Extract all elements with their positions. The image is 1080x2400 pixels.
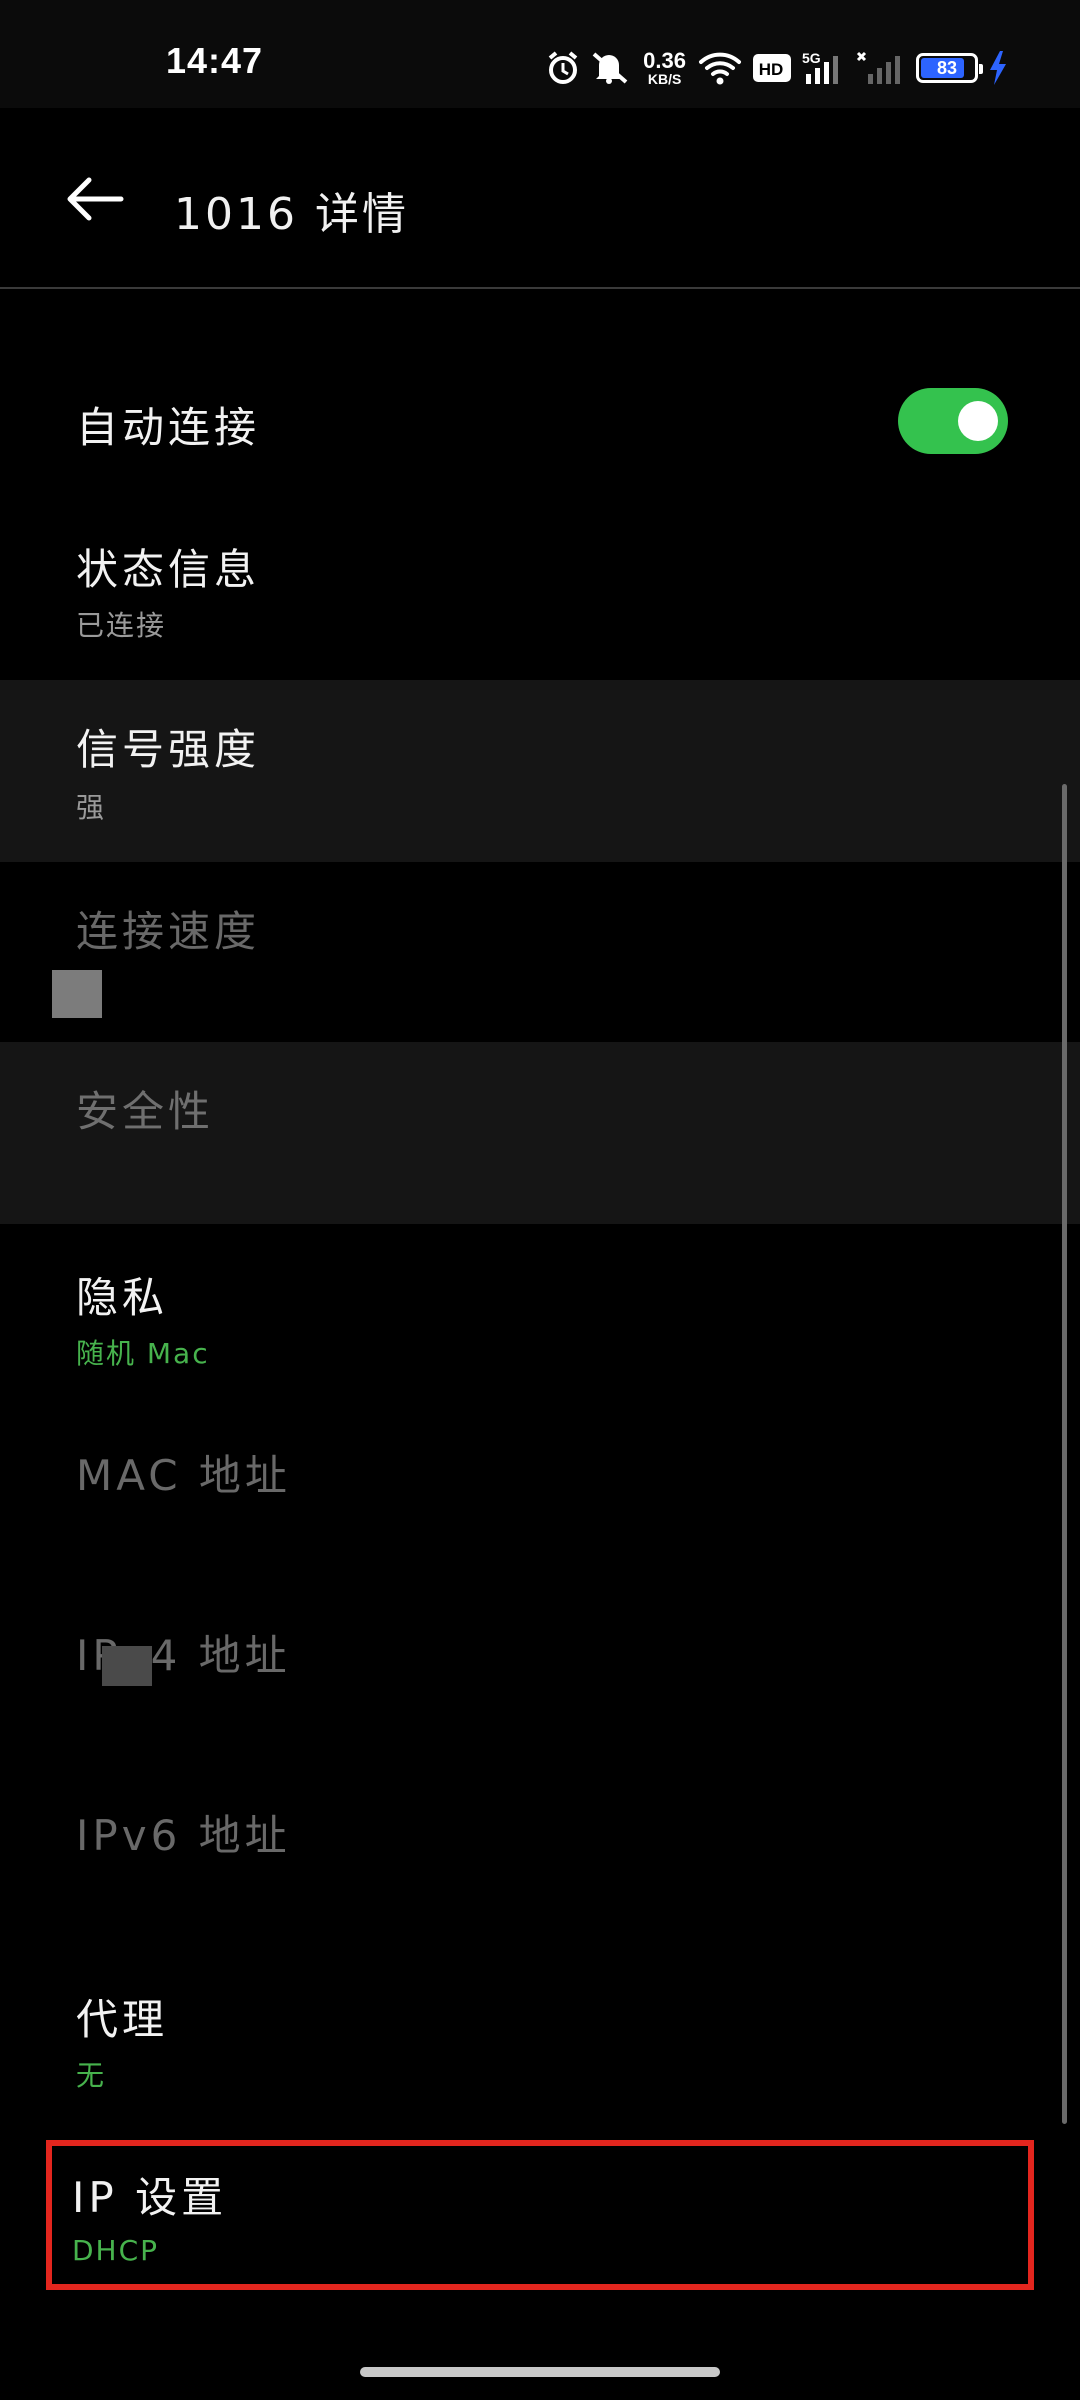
redacted-value	[102, 1646, 152, 1686]
auto-connect-toggle[interactable]	[898, 388, 1008, 454]
status-info-label: 状态信息	[76, 545, 261, 594]
arrow-left-icon	[67, 177, 124, 221]
hd-label: HD	[759, 60, 784, 79]
row-privacy[interactable]: 隐私 随机 Mac	[0, 1224, 1080, 1404]
page-title: 1016 详情	[174, 189, 409, 240]
mac-address-label: MAC 地址	[76, 1451, 291, 1500]
auto-connect-label: 自动连接	[76, 403, 261, 452]
ipv6-address-label: IPv6 地址	[76, 1811, 291, 1860]
alarm-icon	[545, 50, 581, 86]
highlight-box	[46, 2140, 1034, 2290]
link-speed-label: 连接速度	[76, 907, 261, 956]
privacy-value: 随机 Mac	[76, 1337, 210, 1370]
row-security[interactable]: 安全性	[0, 1042, 1080, 1224]
signal-strength-label: 信号强度	[76, 725, 261, 774]
network-type-label: 5G	[802, 50, 821, 66]
mute-icon	[591, 50, 631, 86]
status-icons: 0.36 KB/S HD 5G 83	[545, 44, 1008, 92]
top-bar: 1016 详情	[0, 108, 1080, 288]
wifi-icon	[698, 50, 742, 86]
row-signal-strength[interactable]: 信号强度 强	[0, 680, 1080, 862]
signal-strength-value: 强	[76, 791, 107, 824]
privacy-label: 隐私	[76, 1273, 169, 1322]
status-bar: 14:47 0.36 KB/S HD 5G 83	[0, 0, 1080, 108]
home-indicator[interactable]	[360, 2367, 720, 2377]
back-button[interactable]	[60, 168, 130, 230]
net-speed: 0.36 KB/S	[643, 48, 686, 87]
signal-5g-icon: 5G	[802, 50, 846, 86]
row-status-info[interactable]: 状态信息 已连接	[0, 500, 1080, 680]
signal-no-service-icon	[856, 50, 900, 86]
redacted-value	[52, 970, 102, 1018]
row-proxy[interactable]: 代理 无	[0, 1944, 1080, 2124]
scrollbar[interactable]	[1062, 784, 1067, 2124]
charging-icon	[988, 50, 1008, 86]
toggle-knob	[958, 401, 998, 441]
row-link-speed[interactable]: 连接速度	[0, 862, 1080, 1042]
row-mac-address[interactable]: MAC 地址	[0, 1404, 1080, 1584]
security-label: 安全性	[76, 1087, 215, 1136]
row-ipv4-address[interactable]: IPv4 地址	[0, 1584, 1080, 1764]
header-divider	[0, 287, 1080, 289]
hd-icon: HD	[752, 53, 792, 83]
status-time: 14:47	[166, 40, 264, 81]
battery-icon: 83	[916, 53, 983, 83]
row-ipv6-address[interactable]: IPv6 地址	[0, 1764, 1080, 1944]
proxy-value: 无	[76, 2059, 107, 2092]
status-info-value: 已连接	[76, 609, 167, 642]
net-speed-value: 0.36	[643, 48, 686, 73]
battery-level: 83	[936, 57, 958, 78]
net-speed-unit: KB/S	[647, 71, 682, 87]
proxy-label: 代理	[76, 1995, 169, 2044]
